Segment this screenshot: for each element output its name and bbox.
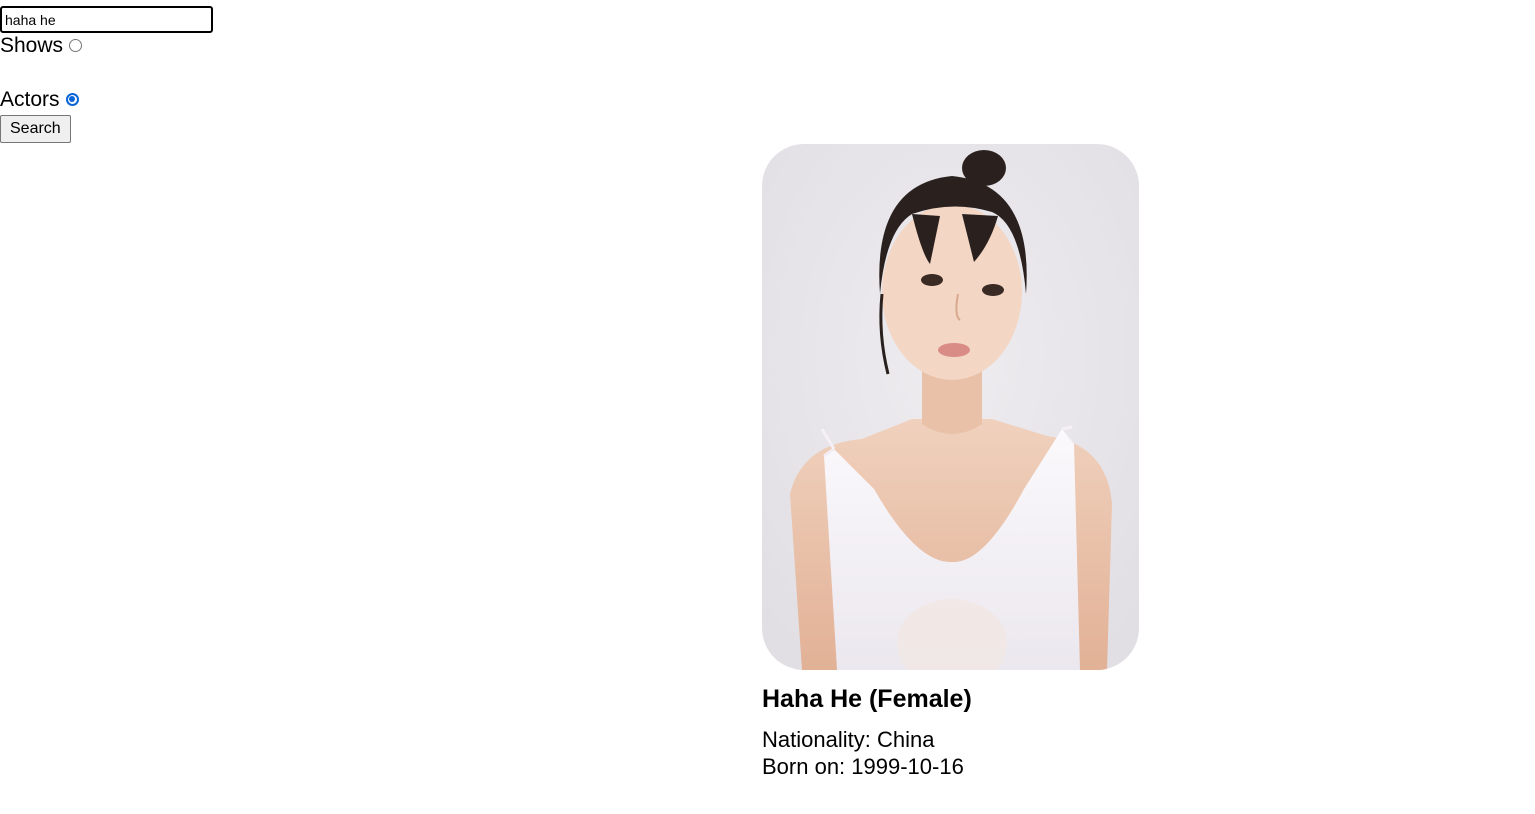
actor-birthdate: Born on: 1999-10-16 — [762, 754, 964, 779]
actor-result-card: Haha He (Female) Nationality: China Born… — [762, 144, 1142, 780]
radio-option-shows[interactable]: Shows — [0, 33, 260, 59]
actors-radio[interactable] — [65, 92, 79, 106]
search-form: Shows Actors Search — [0, 6, 260, 143]
shows-radio[interactable] — [69, 38, 83, 52]
search-input[interactable] — [0, 6, 213, 33]
search-button[interactable]: Search — [0, 115, 71, 143]
actors-label: Actors — [0, 88, 60, 111]
shows-label: Shows — [0, 34, 64, 57]
actor-photo — [762, 144, 1139, 670]
actor-nationality: Nationality: China — [762, 727, 935, 752]
radio-option-actors[interactable]: Actors — [0, 87, 260, 113]
actor-name: Haha He (Female) — [762, 685, 972, 713]
